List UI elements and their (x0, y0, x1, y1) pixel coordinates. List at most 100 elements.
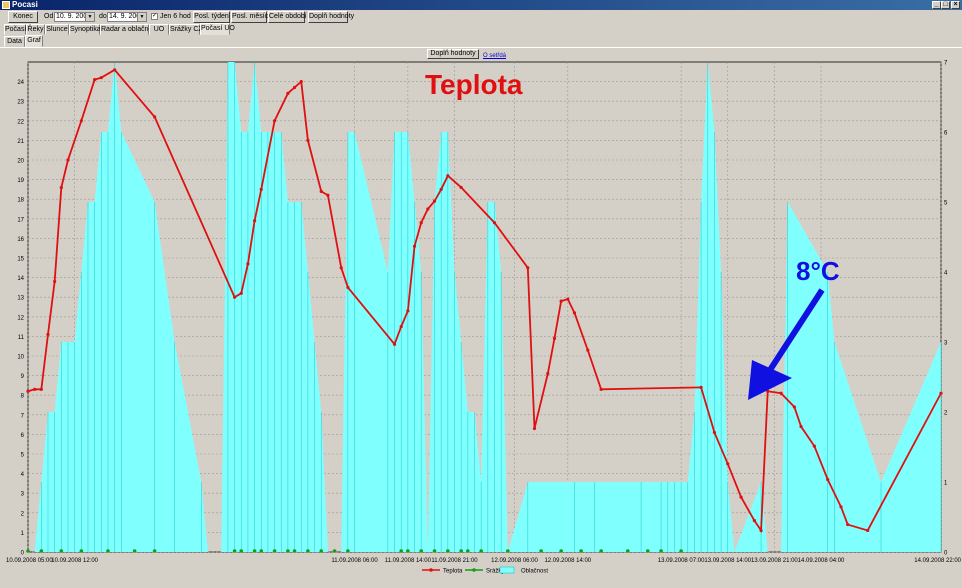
y-tick-label-left: 5 (21, 453, 25, 459)
temperature-point (339, 266, 343, 270)
precipitation-point (272, 549, 277, 553)
y-tick-label-right: 4 (944, 271, 948, 277)
temperature-point (306, 138, 310, 142)
y-tick-label-left: 11 (18, 335, 25, 341)
y-tick-label-left: 20 (17, 159, 24, 165)
precipitation-point (132, 549, 137, 553)
temperature-point (419, 221, 423, 225)
temperature-point (739, 495, 743, 499)
y-tick-label-left: 2 (21, 511, 25, 517)
precipitation-point (346, 549, 350, 553)
temperature-point (59, 185, 63, 190)
precipitation-point (319, 549, 324, 553)
precipitation-point (539, 549, 543, 553)
x-tick-label: 13.09.2008 07:00 (658, 558, 705, 564)
precipitation-point (286, 549, 290, 553)
temperature-point (286, 91, 290, 95)
y-tick-label-right: 0 (944, 551, 948, 557)
temperature-point (792, 405, 796, 409)
y-tick-label-left: 18 (17, 198, 24, 204)
temperature-point (459, 185, 463, 190)
temperature-point (779, 391, 783, 395)
x-tick-label: 11.09.2008 06:00 (331, 558, 378, 564)
temperature-point (113, 68, 117, 72)
temperature-point (532, 426, 537, 431)
y-tick-label-left: 10 (17, 355, 24, 361)
temperature-point (406, 309, 410, 313)
temperature-point (272, 119, 277, 123)
temperature-point (392, 342, 397, 346)
precipitation-point (466, 549, 470, 553)
temperature-point (33, 387, 37, 391)
chart-title: Teplota (425, 69, 523, 100)
precipitation-point (106, 549, 110, 553)
temperature-point (712, 430, 717, 435)
precipitation-point (679, 549, 683, 553)
temperature-point (53, 279, 57, 284)
precipitation-point (645, 549, 650, 553)
temperature-point (319, 189, 323, 193)
precipitation-point (419, 549, 423, 553)
y-tick-label-left: 7 (21, 413, 25, 419)
temperature-point (526, 266, 530, 270)
temperature-point (153, 115, 157, 119)
precipitation-point (559, 549, 563, 553)
y-tick-label-left: 23 (17, 100, 24, 106)
precipitation-point (406, 549, 410, 553)
x-tick-label: 12.09.2008 06:00 (491, 558, 538, 564)
y-tick-label-left: 4 (21, 472, 25, 478)
temperature-point (799, 424, 803, 429)
temperature-point (586, 348, 590, 352)
temperature-point (759, 528, 763, 533)
precipitation-point (659, 549, 663, 553)
y-tick-label-left: 3 (21, 492, 25, 498)
temperature-point (399, 325, 403, 329)
legend-label: Oblačnost (521, 569, 548, 575)
x-tick-label: 13.09.2008 21:00 (751, 558, 798, 564)
x-tick-label: 10.09.2008 12:00 (51, 558, 98, 564)
y-tick-label-right: 7 (944, 61, 948, 67)
temperature-point (812, 444, 816, 448)
precipitation-point (252, 549, 257, 553)
temperature-point (239, 291, 243, 295)
legend: Teplota Srážky Oblačnost (422, 566, 548, 575)
temperature-point (552, 336, 557, 340)
precipitation-point (79, 549, 84, 553)
temperature-point (66, 158, 70, 162)
temperature-point (752, 519, 757, 523)
precipitation-point (332, 549, 337, 553)
precipitation-point (399, 549, 403, 553)
temperature-point (826, 477, 830, 482)
legend-swatch-marker (429, 568, 433, 572)
precipitation-point (259, 549, 264, 553)
temperature-point (232, 295, 237, 299)
temperature-point (26, 389, 30, 393)
x-tick-label: 10.09.2008 05:00 (6, 558, 53, 564)
y-tick-label-left: 17 (17, 217, 24, 223)
y-tick-label-left: 19 (17, 178, 24, 184)
temperature-point (546, 372, 550, 376)
temperature-point (46, 332, 50, 337)
y-tick-label-left: 1 (21, 531, 25, 537)
y-tick-label-left: 24 (17, 80, 24, 86)
temperature-point (252, 219, 257, 223)
temperature-point (346, 285, 350, 289)
y-tick-label-left: 8 (21, 394, 25, 400)
temperature-point (726, 462, 730, 466)
temperature-point (93, 78, 97, 82)
temperature-point (939, 391, 943, 395)
temperature-point (446, 174, 450, 178)
temperature-point (99, 76, 103, 80)
temperature-point (426, 207, 430, 211)
precipitation-point (26, 549, 30, 553)
callout-label: 8°C (796, 256, 840, 286)
temperature-point (492, 221, 497, 225)
precipitation-point (432, 549, 437, 553)
temperature-point (79, 119, 83, 123)
precipitation-point (152, 549, 157, 553)
temperature-point (699, 385, 703, 389)
x-tick-label: 11.09.2008 21:00 (431, 558, 478, 564)
temperature-point (39, 387, 43, 391)
precipitation-point (479, 549, 483, 553)
temperature-point (572, 311, 577, 315)
